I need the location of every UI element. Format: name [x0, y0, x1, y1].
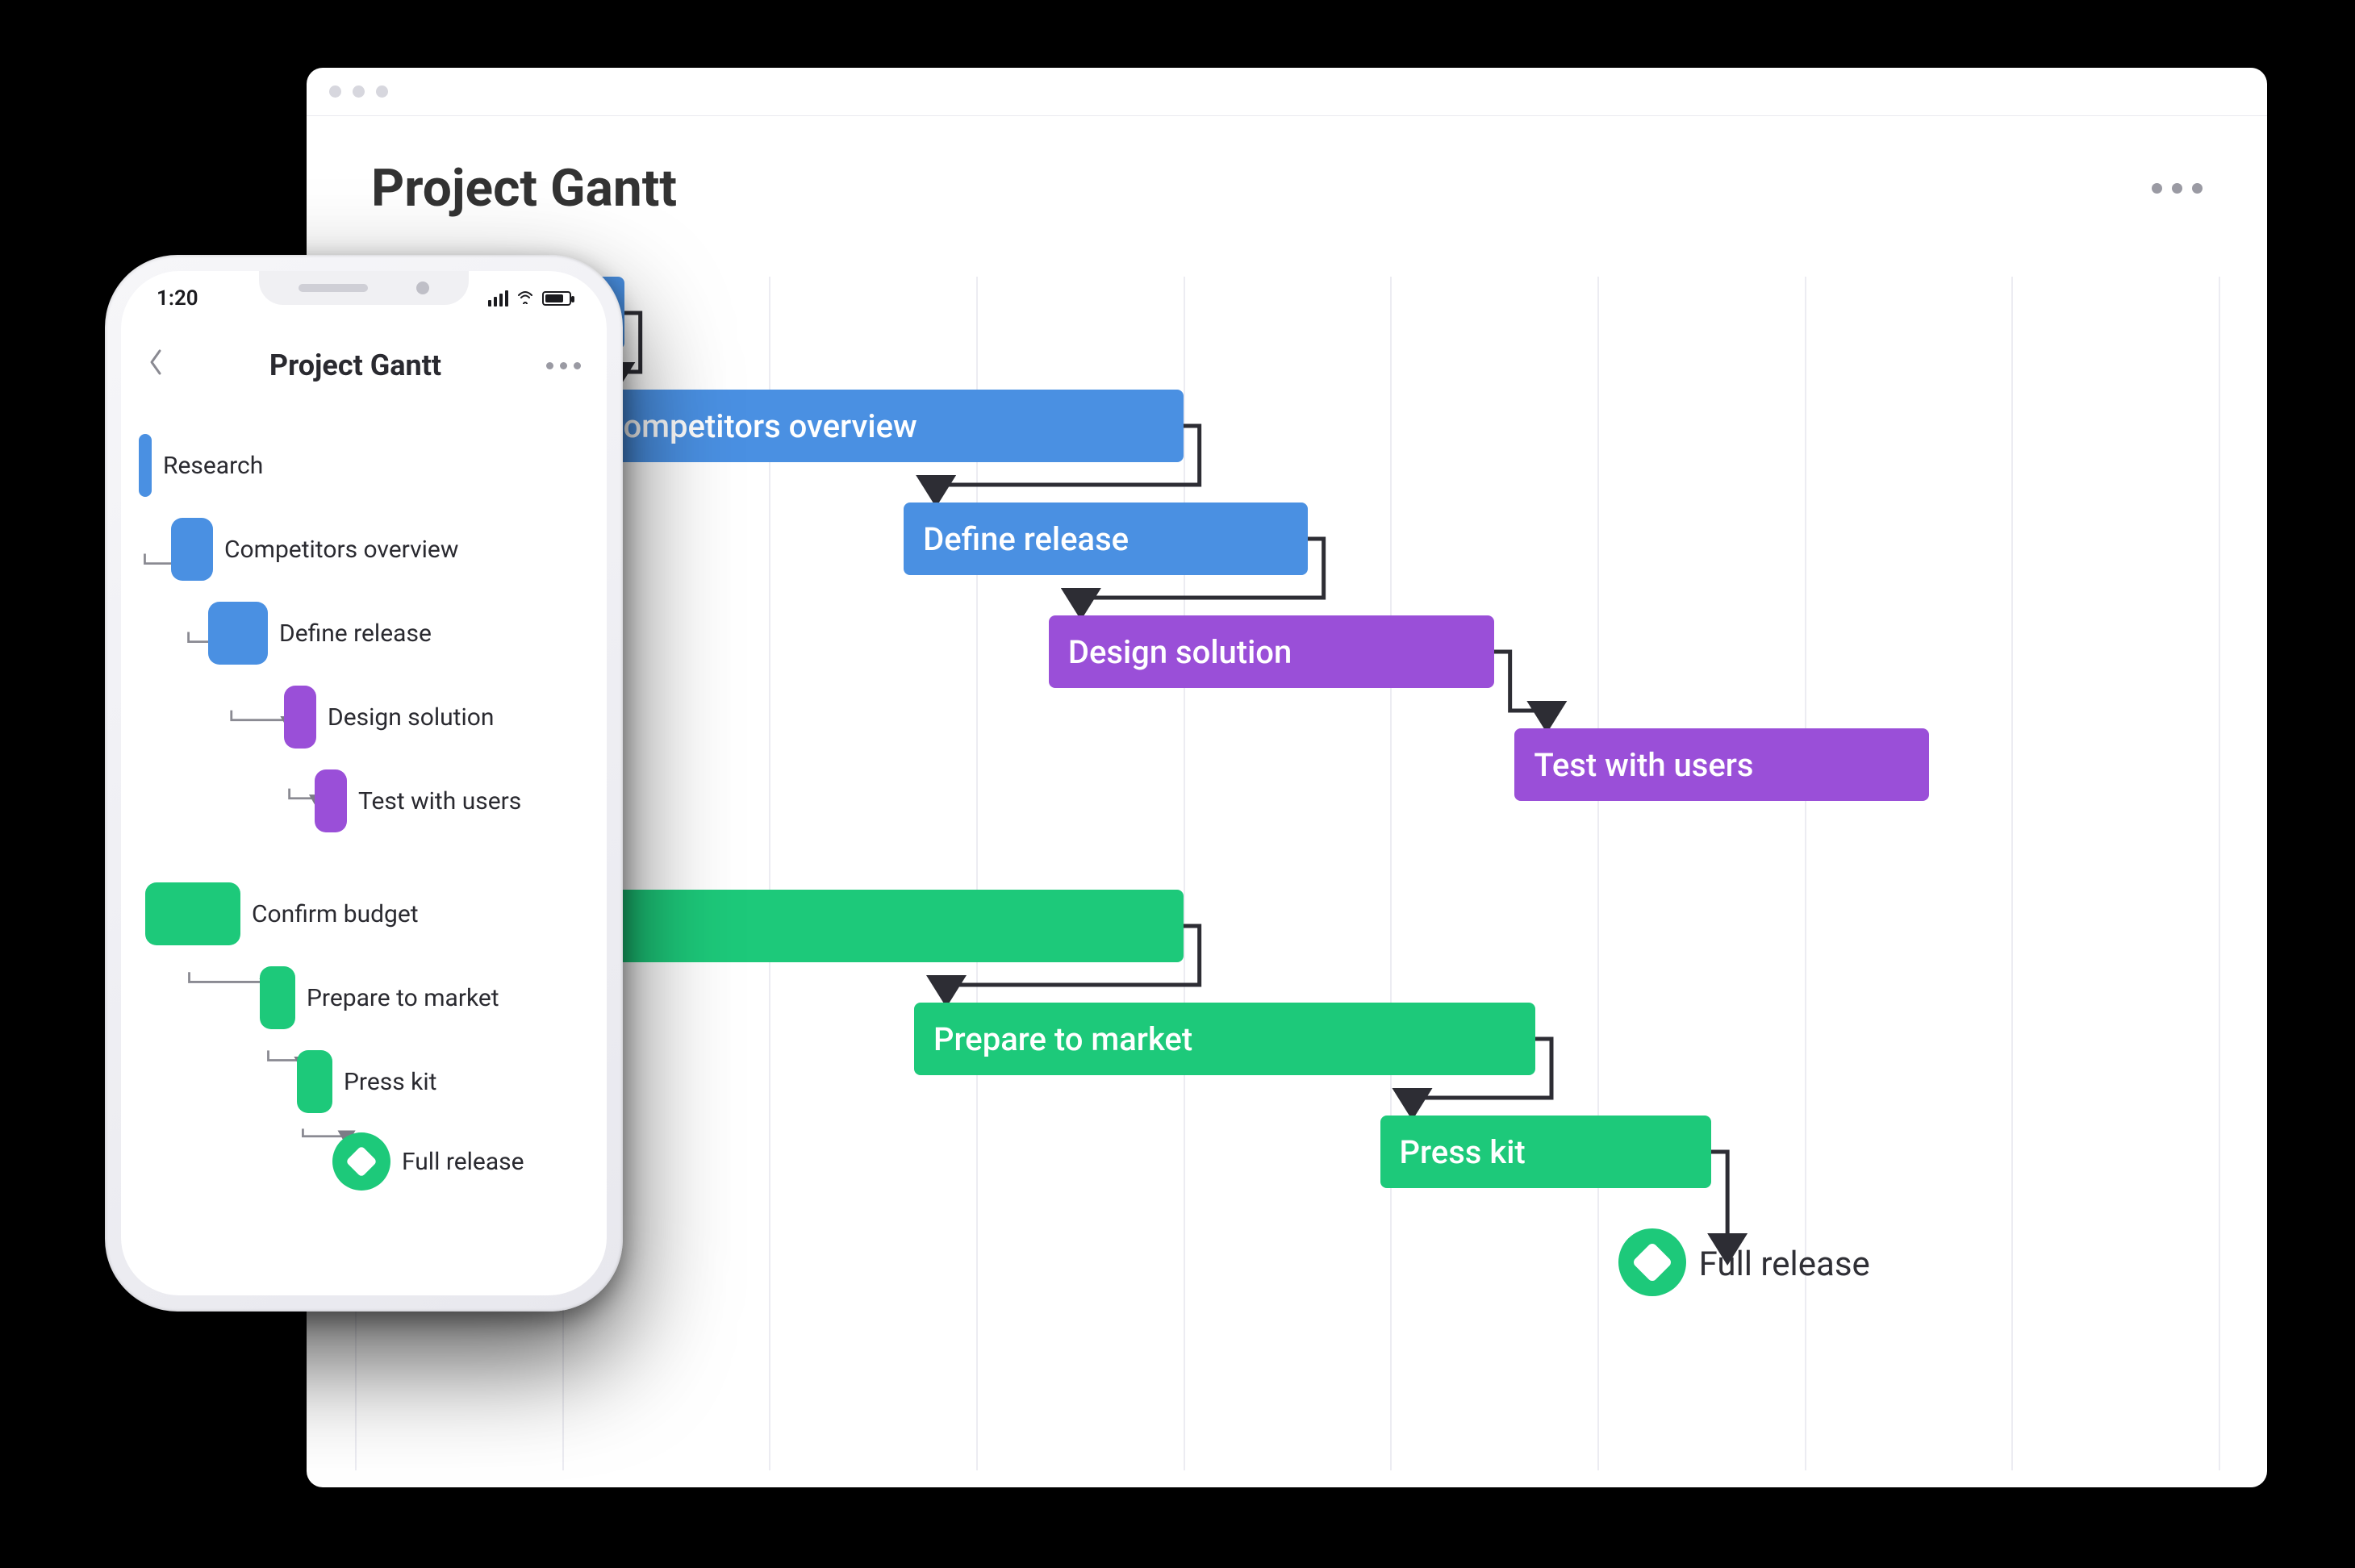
- gantt-bar[interactable]: Design solution: [1049, 615, 1494, 688]
- window-titlebar: [307, 68, 2267, 116]
- milestone-icon[interactable]: [332, 1132, 390, 1191]
- status-time: 1:20: [157, 286, 198, 311]
- phone-device: 1:20 Project Gantt ResearchCompetit: [105, 255, 623, 1312]
- phone-gantt: Research Competitors overview Define relea…: [139, 424, 589, 1279]
- gantt-bar[interactable]: [139, 434, 152, 497]
- gantt-bar-label: Press kit: [344, 1050, 436, 1113]
- desktop-header: Project Gantt: [307, 116, 2267, 244]
- gantt-bar[interactable]: [171, 518, 213, 581]
- gantt-bar[interactable]: Press kit: [1380, 1116, 1712, 1188]
- gantt-bar-label: Research: [163, 434, 263, 497]
- gantt-bar[interactable]: [284, 686, 316, 749]
- signal-icon: [488, 290, 508, 307]
- chart-bars: ResearchCompetitors overviewDefine relea…: [355, 277, 2219, 1470]
- phone-title: Project Gantt: [269, 348, 441, 382]
- traffic-light-icon[interactable]: [329, 85, 341, 98]
- battery-icon: [542, 291, 571, 306]
- gantt-chart: ResearchCompetitors overviewDefine relea…: [355, 277, 2219, 1470]
- phone-header: Project Gantt: [121, 331, 607, 400]
- stage: Project Gantt Research Competitors overvi…: [0, 0, 2355, 1568]
- traffic-light-icon[interactable]: [353, 85, 365, 98]
- back-button[interactable]: [147, 347, 165, 385]
- phone-statusbar: 1:20: [121, 281, 607, 316]
- status-icons: [488, 289, 571, 309]
- gantt-bar-label: Confirm budget: [252, 882, 419, 945]
- wifi-icon: [516, 289, 534, 309]
- gantt-bar-label: Prepare to market: [307, 966, 499, 1029]
- milestone-label: Full release: [402, 1132, 524, 1191]
- gantt-bar[interactable]: Test with users: [1514, 728, 1928, 801]
- phone-more-button[interactable]: [546, 362, 581, 369]
- milestone-label: Full release: [1699, 1245, 1870, 1284]
- gantt-bar-label: Competitors overview: [224, 518, 458, 581]
- traffic-light-icon[interactable]: [376, 85, 388, 98]
- gantt-bar[interactable]: [260, 966, 295, 1029]
- gantt-bar[interactable]: Prepare to market: [914, 1003, 1535, 1075]
- gantt-bar[interactable]: [145, 882, 240, 945]
- gantt-bar[interactable]: [297, 1050, 332, 1113]
- gantt-bar[interactable]: [208, 602, 268, 665]
- milestone-icon[interactable]: [1618, 1228, 1686, 1296]
- more-menu-button[interactable]: [2152, 183, 2203, 194]
- gantt-bar-label: Test with users: [358, 769, 521, 832]
- phone-screen: 1:20 Project Gantt ResearchCompetit: [121, 271, 607, 1295]
- page-title: Project Gantt: [371, 158, 677, 219]
- gantt-bar-label: Design solution: [328, 686, 494, 749]
- gantt-bar[interactable]: [315, 769, 347, 832]
- gantt-bar-label: Define release: [279, 602, 432, 665]
- gantt-bar[interactable]: Competitors overview: [582, 390, 1183, 462]
- gantt-bar[interactable]: Define release: [904, 503, 1308, 575]
